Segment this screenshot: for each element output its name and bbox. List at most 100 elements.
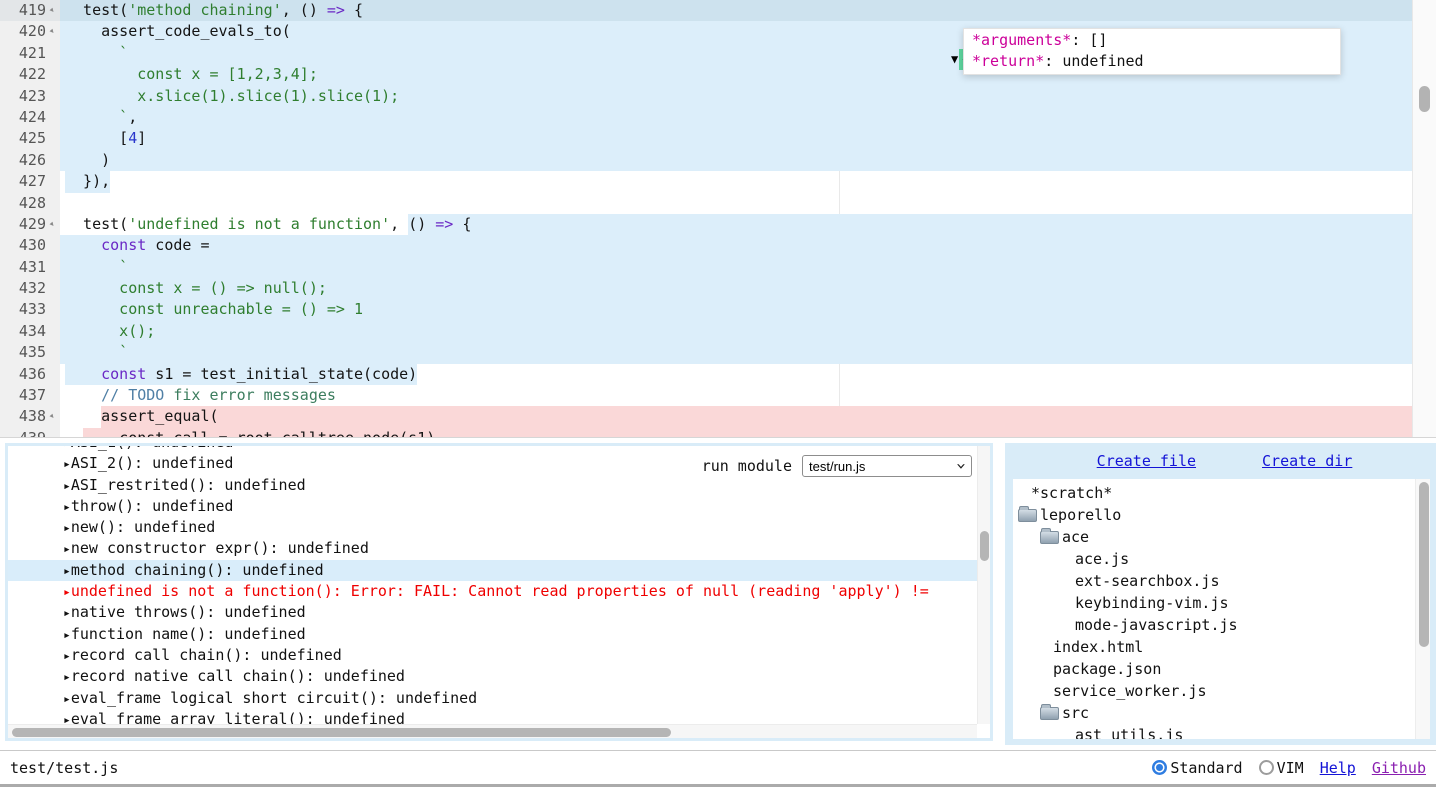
tree-folder-row[interactable]: ace [1013,526,1430,548]
tree-file-row[interactable]: service_worker.js [1013,680,1430,702]
code-line[interactable]: 426 ) [0,150,1412,171]
tree-folder-row[interactable]: src [1013,702,1430,724]
gutter-cell[interactable]: 431 [0,257,60,278]
gutter-cell[interactable]: 422 [0,64,60,85]
gutter-cell[interactable]: 420▾ [0,21,60,42]
code-line[interactable]: 428 [0,193,1412,214]
gutter-cell[interactable]: 427 [0,171,60,192]
expand-triangle-icon[interactable]: ▸ [63,585,71,600]
keybinding-standard-option[interactable]: Standard [1152,759,1242,777]
code-line[interactable]: 431 ` [0,257,1412,278]
tree-file-row[interactable]: *scratch* [1013,482,1430,504]
tree-file-row[interactable]: package.json [1013,658,1430,680]
keybinding-vim-option[interactable]: VIM [1259,759,1304,777]
results-vertical-scrollbar-thumb[interactable] [980,531,989,561]
expand-triangle-icon[interactable]: ▸ [63,713,71,724]
results-horizontal-scrollbar-thumb[interactable] [12,728,671,737]
test-results-list[interactable]: ▸ASI_1(): undefined▸ASI_2(): undefined▸A… [8,446,977,724]
code-line[interactable]: 434 x(); [0,321,1412,342]
tooltip-entry[interactable]: *return*: undefined [972,51,1340,72]
tree-file-row[interactable]: index.html [1013,636,1430,658]
expand-triangle-icon[interactable]: ▸ [63,606,71,621]
gutter-cell[interactable]: 436 [0,364,60,385]
radio-vim-label[interactable]: VIM [1277,759,1304,777]
file-tree[interactable]: *scratch*leporelloaceace.jsext-searchbox… [1013,479,1430,739]
results-horizontal-scrollbar[interactable] [8,724,977,738]
gutter-cell[interactable]: 433 [0,299,60,320]
tree-file-row[interactable]: ext-searchbox.js [1013,570,1430,592]
code-editor[interactable]: 419▾ test('method chaining', () => {420▾… [0,0,1436,438]
expand-triangle-icon[interactable]: ▸ [63,479,71,494]
test-result-row[interactable]: ▸function name(): undefined [8,624,977,645]
gutter-cell[interactable]: 437 [0,385,60,406]
expand-triangle-icon[interactable]: ▸ [63,670,71,685]
tree-folder-row[interactable]: leporello [1013,504,1430,526]
gutter-cell[interactable]: 438▾ [0,406,60,427]
editor-scrollbar[interactable] [1412,0,1436,437]
tree-file-row[interactable]: mode-javascript.js [1013,614,1430,636]
gutter-cell[interactable]: 434 [0,321,60,342]
test-result-row[interactable]: ▸eval_frame array_literal(): undefined [8,709,977,724]
radio-standard-icon[interactable] [1152,760,1167,775]
test-result-row[interactable]: ▸ASI_restrited(): undefined [8,475,977,496]
github-link[interactable]: Github [1372,759,1426,777]
code-line[interactable]: 427 }), [0,171,1412,192]
test-result-row[interactable]: ▸new(): undefined [8,517,977,538]
gutter-cell[interactable]: 421 [0,43,60,64]
gutter-cell[interactable]: 419▾ [0,0,60,21]
test-result-row[interactable]: ▸record call chain(): undefined [8,645,977,666]
code-line[interactable]: 429▾ test('undefined is not a function',… [0,214,1412,235]
expand-triangle-icon[interactable]: ▸ [63,542,71,557]
test-result-row[interactable]: ▸native throws(): undefined [8,602,977,623]
test-result-row[interactable]: ▸record native call chain(): undefined [8,666,977,687]
gutter-cell[interactable]: 423 [0,86,60,107]
code-line[interactable]: 433 const unreachable = () => 1 [0,299,1412,320]
expand-triangle-icon[interactable]: ▸ [63,521,71,536]
run-module-select[interactable]: test/run.js [802,455,972,477]
gutter-cell[interactable]: 426 [0,150,60,171]
gutter-cell[interactable]: 430 [0,235,60,256]
files-scrollbar-thumb[interactable] [1419,482,1429,647]
code-line[interactable]: 438▾ assert_equal( [0,406,1412,427]
expand-triangle-icon[interactable]: ▸ [63,628,71,643]
tooltip-entry[interactable]: *arguments*: [] [972,30,1340,51]
results-vertical-scrollbar[interactable] [977,446,990,724]
tree-file-row[interactable]: ast_utils.js [1013,724,1430,739]
radio-vim-icon[interactable] [1259,760,1274,775]
tree-file-row[interactable]: keybinding-vim.js [1013,592,1430,614]
test-result-row[interactable]: ▸eval_frame logical short circuit(): und… [8,688,977,709]
code-line[interactable]: 439 const call = root_calltree_node(s1) [0,428,1412,438]
code-line[interactable]: 432 const x = () => null(); [0,278,1412,299]
expand-triangle-icon[interactable]: ▸ [63,649,71,664]
create-dir-link[interactable]: Create dir [1262,452,1352,470]
collapse-triangle-icon[interactable]: ▼ [951,49,958,70]
test-result-row[interactable]: ▸ASI_1(): undefined [8,446,977,453]
expand-triangle-icon[interactable]: ▸ [63,457,71,472]
gutter-cell[interactable]: 425 [0,128,60,149]
gutter-cell[interactable]: 424 [0,107,60,128]
code-line[interactable]: 437 // TODO fix error messages [0,385,1412,406]
test-result-row[interactable]: ▸throw(): undefined [8,496,977,517]
expand-triangle-icon[interactable]: ▸ [63,446,71,451]
test-result-row[interactable]: ▸method chaining(): undefined [8,560,977,581]
radio-standard-label[interactable]: Standard [1170,759,1242,777]
expand-triangle-icon[interactable]: ▸ [63,692,71,707]
test-result-row[interactable]: ▸new constructor expr(): undefined [8,538,977,559]
gutter-cell[interactable]: 435 [0,342,60,363]
code-line[interactable]: 430 const code = [0,235,1412,256]
test-result-row[interactable]: ▸undefined is not a function(): Error: F… [8,581,977,602]
tree-file-row[interactable]: ace.js [1013,548,1430,570]
create-file-link[interactable]: Create file [1097,452,1196,470]
gutter-cell[interactable]: 428 [0,193,60,214]
expand-triangle-icon[interactable]: ▸ [63,564,71,579]
gutter-cell[interactable]: 432 [0,278,60,299]
files-scrollbar[interactable] [1415,479,1430,739]
editor-scrollbar-thumb[interactable] [1419,86,1430,112]
gutter-cell[interactable]: 439 [0,428,60,438]
code-line[interactable]: 435 ` [0,342,1412,363]
gutter-cell[interactable]: 429▾ [0,214,60,235]
expand-triangle-icon[interactable]: ▸ [63,500,71,515]
code-line[interactable]: 436 const s1 = test_initial_state(code) [0,364,1412,385]
test-results-panel[interactable]: ▸ASI_1(): undefined▸ASI_2(): undefined▸A… [5,443,993,741]
help-link[interactable]: Help [1320,759,1356,777]
